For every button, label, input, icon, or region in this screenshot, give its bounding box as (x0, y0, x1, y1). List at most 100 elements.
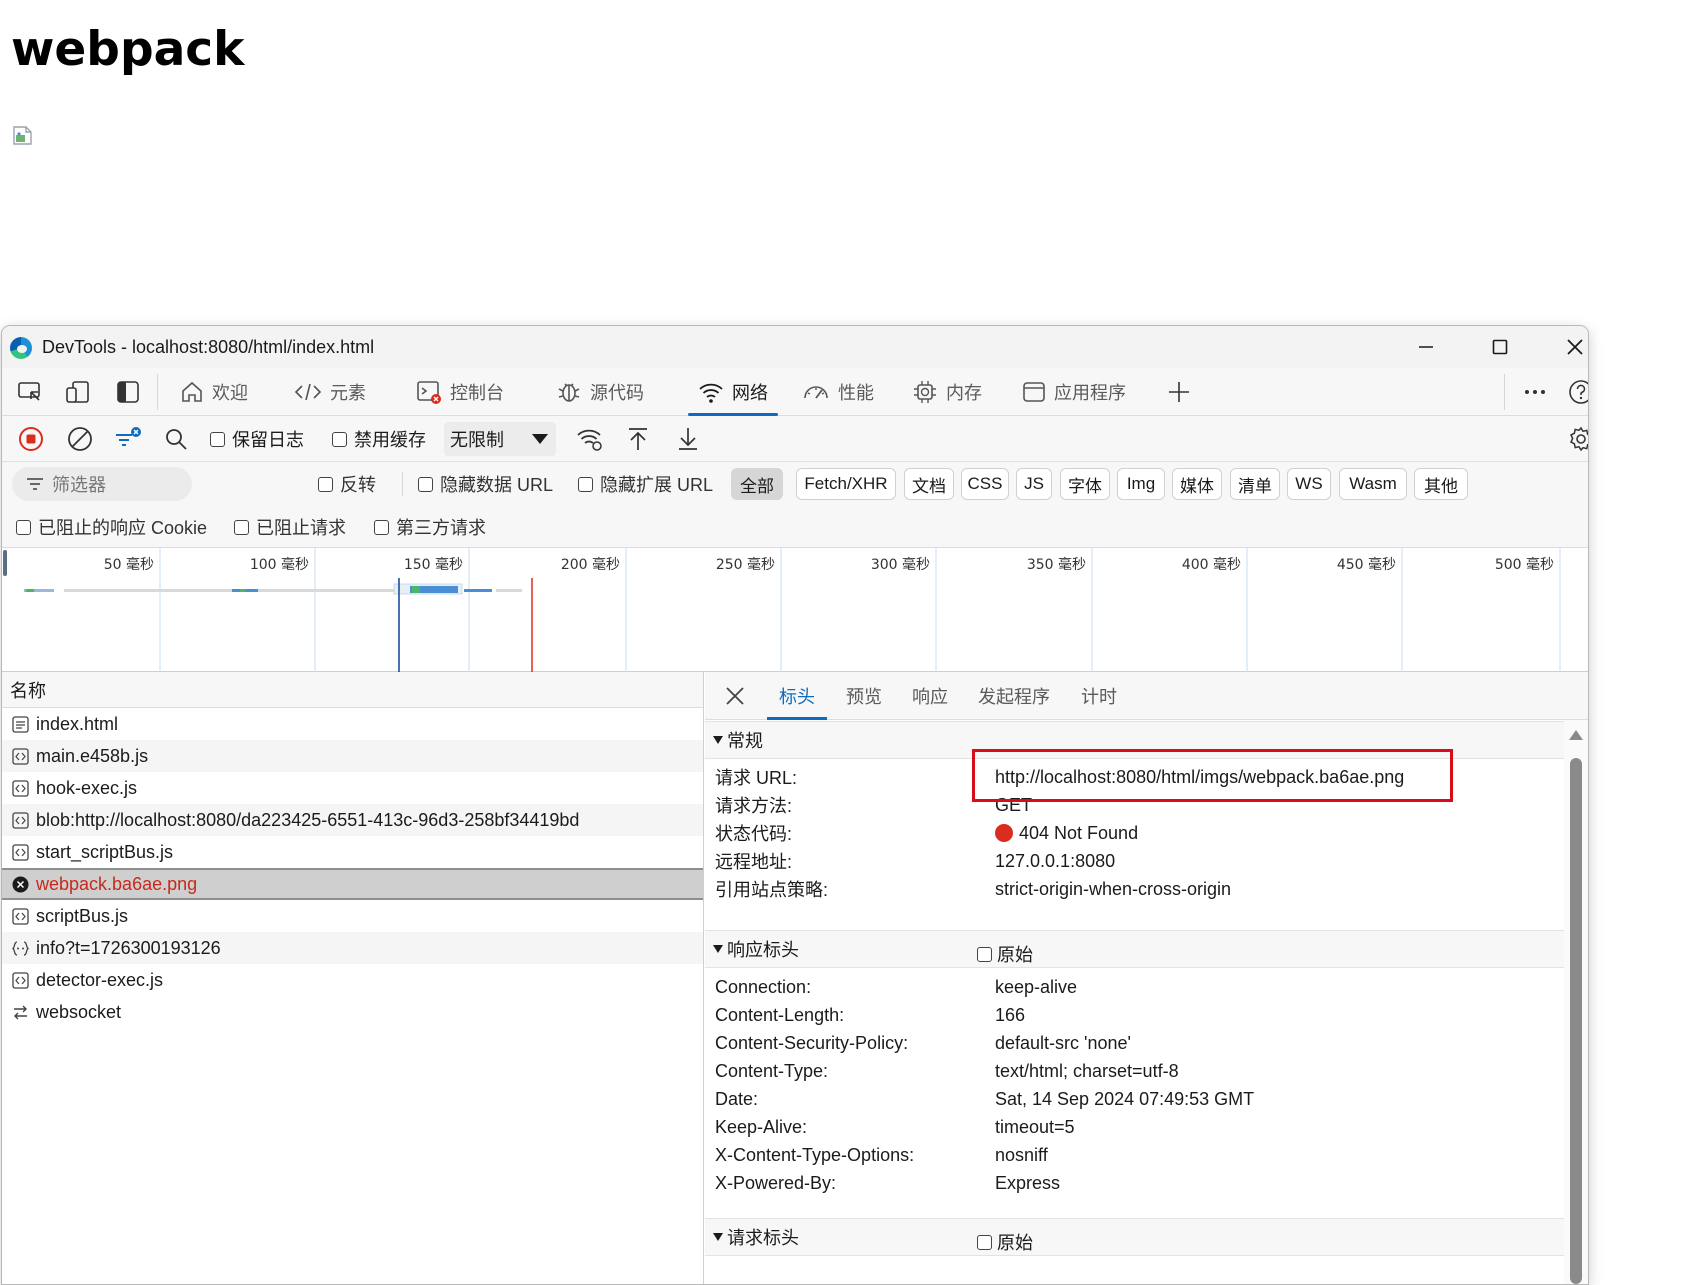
header-value: 166 (995, 1004, 1026, 1025)
tab-label: 内存 (946, 383, 982, 403)
preserve-log-checkbox[interactable]: 保留日志 (210, 416, 304, 462)
search-button[interactable] (162, 425, 190, 453)
fetch-icon (12, 941, 29, 956)
request-row-selected[interactable]: webpack.ba6ae.png (2, 868, 703, 900)
hide-extension-url-checkbox[interactable]: 隐藏扩展 URL (578, 462, 713, 506)
request-row[interactable]: hook-exec.js (2, 772, 703, 804)
hide-extension-url-label: 隐藏扩展 URL (600, 475, 714, 495)
upload-icon (629, 428, 647, 450)
disable-cache-checkbox[interactable]: 禁用缓存 (332, 416, 426, 462)
record-icon (19, 427, 43, 451)
device-emulation-button[interactable] (64, 378, 92, 406)
inspect-element-button[interactable] (16, 378, 44, 406)
record-button[interactable] (17, 425, 45, 453)
filter-type-media[interactable]: 媒体 (1172, 468, 1222, 500)
tab-console[interactable]: 控制台 (416, 368, 504, 416)
request-row[interactable]: start_scriptBus.js (2, 836, 703, 868)
filter-type-doc[interactable]: 文档 (904, 468, 954, 500)
request-row[interactable]: detector-exec.js (2, 964, 703, 996)
header-key: Content-Type: (715, 1060, 829, 1081)
more-options-button[interactable] (1521, 378, 1549, 406)
filter-type-js[interactable]: JS (1016, 468, 1052, 500)
details-scrollbar[interactable] (1564, 720, 1588, 1284)
request-row[interactable]: index.html (2, 708, 703, 740)
filter-type-all[interactable]: 全部 (731, 468, 783, 500)
filter-type-other[interactable]: 其他 (1414, 468, 1468, 500)
checkbox-box (318, 476, 333, 492)
request-name: detector-exec.js (36, 969, 164, 990)
third-party-checkbox[interactable]: 第三方请求 (374, 506, 486, 548)
hide-data-url-checkbox[interactable]: 隐藏数据 URL (418, 462, 553, 506)
filter-type-font[interactable]: 字体 (1060, 468, 1110, 500)
network-conditions-button[interactable] (576, 425, 604, 453)
help-button[interactable] (1567, 378, 1588, 406)
scroll-up-arrow-icon[interactable] (1569, 730, 1583, 740)
maximize-button[interactable] (1480, 332, 1520, 362)
tab-headers[interactable]: 标头 (767, 672, 827, 720)
export-har-button[interactable] (674, 425, 702, 453)
filter-type-manifest[interactable]: 清单 (1230, 468, 1280, 500)
timeline-range-handle-left[interactable] (3, 550, 7, 576)
invert-checkbox[interactable]: 反转 (318, 462, 376, 506)
clear-button[interactable] (66, 425, 94, 453)
checkbox-box (578, 476, 593, 492)
blocked-requests-checkbox[interactable]: 已阻止请求 (234, 506, 346, 548)
request-row[interactable]: websocket (2, 996, 703, 1028)
request-row[interactable]: info?t=1726300193126 (2, 932, 703, 964)
header-value: 127.0.0.1:8080 (995, 850, 1116, 871)
name-column-header[interactable]: 名称 (2, 672, 703, 708)
request-row[interactable]: blob:http://localhost:8080/da223425-6551… (2, 804, 703, 836)
script-icon (12, 972, 29, 989)
header-row: 远程地址: 127.0.0.1:8080 (715, 846, 1564, 876)
raw-response-headers-checkbox[interactable]: 原始 (977, 941, 1033, 967)
header-key: Content-Length: (715, 1004, 845, 1025)
timeline-overview[interactable]: 50 毫秒 100 毫秒 150 毫秒 200 毫秒 250 毫秒 300 毫秒… (2, 548, 1588, 672)
timeline-tick: 300 毫秒 (871, 556, 930, 573)
close-window-button[interactable] (1555, 332, 1588, 362)
close-details-button[interactable] (721, 682, 749, 710)
filter-input[interactable]: 筛选器 (12, 467, 192, 501)
filter-type-css[interactable]: CSS (961, 468, 1009, 500)
request-row[interactable]: scriptBus.js (2, 900, 703, 932)
timeline-request-bars (24, 583, 522, 595)
section-title: 响应标头 (727, 940, 799, 960)
header-key: 引用站点策略: (715, 880, 829, 900)
toggle-sidebar-button[interactable] (114, 378, 142, 406)
tab-elements[interactable]: 元素 (294, 368, 366, 416)
header-row: Content-Security-Policy: default-src 'no… (715, 1028, 1564, 1058)
tab-timing[interactable]: 计时 (1081, 672, 1117, 720)
tab-response[interactable]: 响应 (912, 672, 948, 720)
tab-initiator[interactable]: 发起程序 (978, 672, 1050, 720)
tab-network[interactable]: 网络 (688, 368, 778, 416)
filter-type-fetch-xhr[interactable]: Fetch/XHR (796, 468, 896, 500)
filter-type-img[interactable]: Img (1117, 468, 1165, 500)
tab-sources[interactable]: 源代码 (556, 368, 644, 416)
request-headers-section-header[interactable]: 请求标头 原始 (705, 1218, 1564, 1256)
response-headers-section-header[interactable]: 响应标头 原始 (705, 930, 1564, 968)
add-tool-button[interactable] (1165, 378, 1193, 406)
tab-welcome[interactable]: 欢迎 (180, 368, 248, 416)
request-row[interactable]: main.e458b.js (2, 740, 703, 772)
minimize-button[interactable] (1406, 332, 1446, 362)
import-har-button[interactable] (624, 425, 652, 453)
tab-memory[interactable]: 内存 (912, 368, 982, 416)
third-party-label: 第三方请求 (396, 518, 486, 538)
tab-application[interactable]: 应用程序 (1022, 368, 1126, 416)
raw-label: 原始 (997, 1233, 1033, 1253)
filter-toggle-button[interactable] (114, 425, 142, 453)
header-value: Sat, 14 Sep 2024 07:49:53 GMT (995, 1088, 1255, 1109)
tab-preview[interactable]: 预览 (846, 672, 882, 720)
filter-type-wasm[interactable]: Wasm (1339, 468, 1407, 500)
request-name: scriptBus.js (36, 905, 129, 926)
network-settings-button[interactable] (1567, 425, 1588, 453)
raw-request-headers-checkbox[interactable]: 原始 (977, 1229, 1033, 1255)
filter-type-ws[interactable]: WS (1287, 468, 1331, 500)
header-value: default-src 'none' (995, 1032, 1131, 1053)
scroll-thumb[interactable] (1570, 758, 1582, 1284)
section-title: 请求标头 (727, 1228, 799, 1248)
console-icon (417, 381, 441, 404)
blocked-cookies-checkbox[interactable]: 已阻止的响应 Cookie (16, 506, 207, 548)
tab-performance[interactable]: 性能 (802, 368, 874, 416)
throttle-select[interactable]: 无限制 (444, 422, 556, 456)
code-icon (294, 383, 322, 401)
